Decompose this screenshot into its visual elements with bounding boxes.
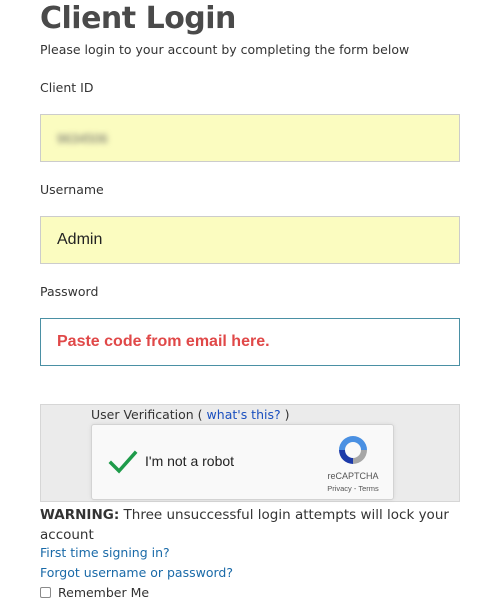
forgot-credentials-link[interactable]: Forgot username or password?	[40, 565, 233, 580]
whats-this-link[interactable]: what's this?	[207, 407, 281, 422]
page-subtitle: Please login to your account by completi…	[40, 42, 410, 57]
verification-label-text: User Verification (	[91, 407, 203, 422]
password-label: Password	[40, 284, 99, 299]
recaptcha-widget: I'm not a robot reCAPTCHA Privacy - Term…	[91, 424, 394, 500]
username-label: Username	[40, 182, 104, 197]
username-input[interactable]: Admin	[40, 216, 460, 264]
remember-me-option[interactable]: Remember Me	[40, 585, 149, 600]
client-id-input[interactable]: 9634506	[40, 114, 460, 162]
lockout-warning: WARNING: Three unsuccessful login attemp…	[40, 505, 460, 545]
user-verification-panel: User Verification ( what's this? ) I'm n…	[40, 404, 460, 502]
remember-me-label: Remember Me	[58, 585, 150, 600]
recaptcha-brand: reCAPTCHA	[327, 471, 379, 481]
password-input[interactable]: Paste code from email here.	[40, 318, 460, 366]
username-value: Admin	[57, 231, 103, 248]
recaptcha-checkmark-icon[interactable]	[108, 447, 138, 477]
warning-prefix: WARNING:	[40, 507, 120, 523]
client-id-value: 9634506	[57, 130, 108, 146]
verification-label-close: )	[284, 407, 290, 422]
recaptcha-logo-icon	[339, 436, 367, 464]
recaptcha-terms-link[interactable]: Privacy - Terms	[318, 484, 388, 493]
user-verification-label: User Verification ( what's this? )	[91, 407, 290, 422]
not-a-robot-label: I'm not a robot	[145, 453, 235, 469]
remember-me-checkbox[interactable]	[40, 587, 51, 598]
first-time-signing-in-link[interactable]: First time signing in?	[40, 545, 170, 560]
page-title: Client Login	[40, 1, 236, 36]
client-id-label: Client ID	[40, 80, 94, 95]
password-value: Paste code from email here.	[57, 333, 270, 350]
